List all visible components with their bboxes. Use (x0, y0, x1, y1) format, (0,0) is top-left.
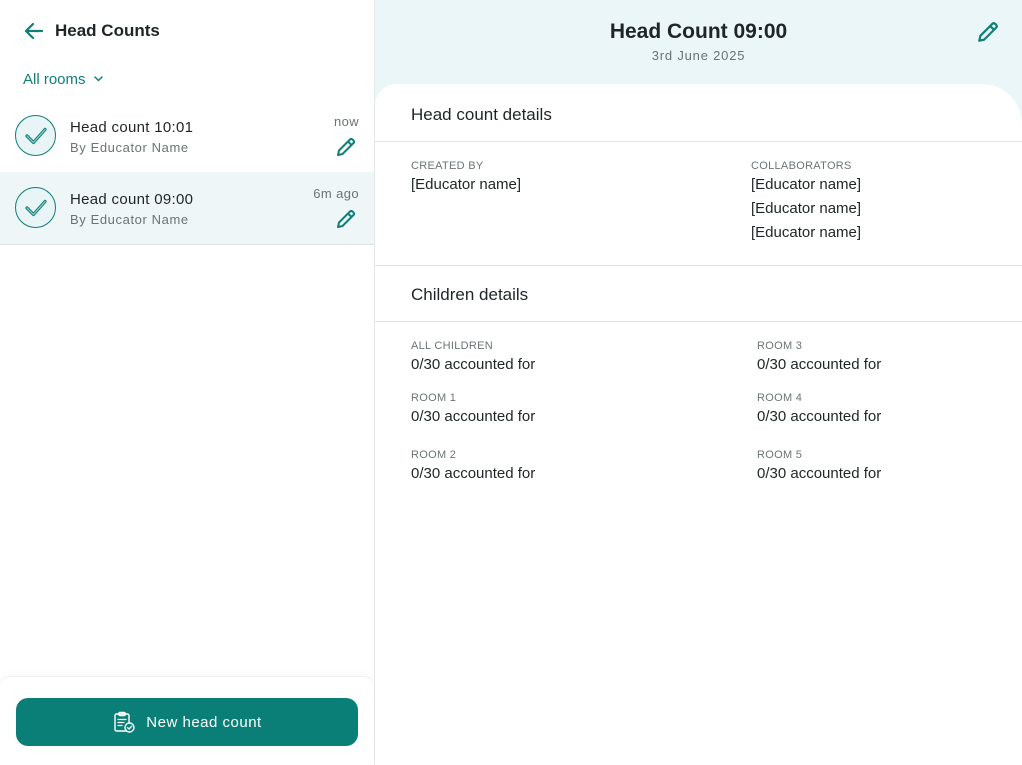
group-label: ALL CHILDREN (411, 340, 494, 352)
check-icon (15, 187, 56, 228)
list-item-subtitle: By Educator Name (70, 212, 189, 227)
check-icon (15, 115, 56, 156)
detail-date: 3rd June 2025 (651, 48, 746, 63)
group-label: ROOM 5 (757, 449, 803, 461)
arrow-left-icon[interactable] (23, 20, 45, 42)
group-value: 0/30 accounted for (757, 408, 882, 425)
collaborator-name: [Educator name] (751, 200, 862, 217)
room-filter-dropdown[interactable]: All rooms (23, 68, 104, 90)
created-by-label: CREATED BY (411, 160, 484, 172)
group-label: ROOM 2 (411, 449, 457, 461)
group-label: ROOM 1 (411, 392, 457, 404)
clipboard-check-icon (112, 710, 136, 734)
group-label: ROOM 3 (757, 340, 803, 352)
chevron-down-icon (93, 74, 104, 84)
head-counts-sidebar: Head Counts All rooms Head count 10:01 B… (0, 0, 375, 765)
list-item-time: now (333, 114, 359, 129)
pencil-icon[interactable] (334, 135, 358, 159)
divider (375, 141, 1022, 142)
pencil-icon[interactable] (334, 207, 358, 231)
pencil-icon[interactable] (976, 20, 1000, 44)
new-head-count-button[interactable]: New head count (16, 698, 358, 746)
head-count-detail: Head Count 09:00 3rd June 2025 Head coun… (375, 0, 1022, 765)
room-filter-label: All rooms (23, 70, 86, 88)
group-value: 0/30 accounted for (411, 465, 536, 482)
page-title: Head Counts (55, 21, 160, 40)
collaborators-label: COLLABORATORS (751, 160, 852, 172)
list-item-subtitle: By Educator Name (70, 140, 189, 155)
children-details-heading: Children details (411, 285, 529, 304)
collaborator-name: [Educator name] (751, 176, 862, 193)
list-item[interactable]: Head count 09:00 By Educator Name 6m ago (0, 172, 374, 245)
list-item-time: 6m ago (313, 186, 359, 201)
group-value: 0/30 accounted for (411, 408, 536, 425)
list-item[interactable]: Head count 10:01 By Educator Name now (0, 100, 374, 172)
collaborator-name: [Educator name] (751, 224, 862, 241)
head-count-details-heading: Head count details (411, 105, 552, 124)
group-value: 0/30 accounted for (411, 356, 536, 373)
detail-card: Head count details CREATED BY [Educator … (375, 84, 1022, 765)
group-value: 0/30 accounted for (757, 356, 882, 373)
new-head-count-label: New head count (146, 713, 262, 731)
divider (375, 321, 1022, 322)
group-value: 0/30 accounted for (757, 465, 882, 482)
group-label: ROOM 4 (757, 392, 803, 404)
sidebar-header: Head Counts (0, 0, 374, 62)
created-by-value: [Educator name] (411, 176, 522, 193)
detail-title: Head Count 09:00 (609, 20, 788, 43)
divider (375, 265, 1022, 266)
list-item-title: Head count 09:00 (70, 191, 194, 208)
head-count-list: Head count 10:01 By Educator Name now He… (0, 100, 374, 245)
list-item-title: Head count 10:01 (70, 119, 194, 136)
sidebar-footer: New head count (0, 676, 374, 765)
